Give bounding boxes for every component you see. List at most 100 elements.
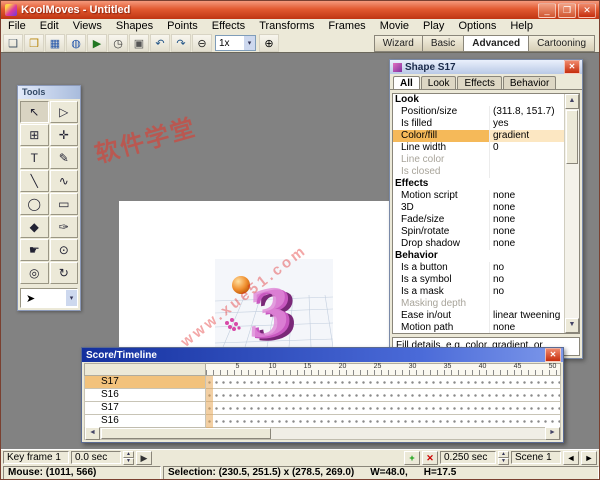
prop-value[interactable]: none [490, 238, 564, 250]
text-tool[interactable]: T [20, 147, 49, 169]
redo-button[interactable]: ↷ [171, 34, 191, 52]
menu-transforms[interactable]: Transforms [252, 19, 321, 34]
preview-movie-button[interactable]: ▶ [87, 34, 107, 52]
prop-value[interactable]: no [490, 274, 564, 286]
scroll-right-icon[interactable]: ► [545, 427, 560, 440]
zoom-tool[interactable]: ⊙ [50, 239, 79, 261]
publish-button[interactable]: ◍ [66, 34, 86, 52]
minimize-button[interactable]: _ [538, 3, 556, 18]
mode-tab-advanced[interactable]: Advanced [463, 35, 528, 52]
rotate-tool[interactable]: ↻ [50, 262, 79, 284]
chevron-down-icon[interactable]: ▾ [66, 290, 77, 306]
pencil-tool[interactable]: ✎ [50, 147, 79, 169]
menu-file[interactable]: File [1, 19, 33, 34]
prop-line-color[interactable]: Line color [393, 154, 564, 166]
timeline-row-frames[interactable] [206, 389, 561, 402]
tab-behavior[interactable]: Behavior [503, 76, 556, 89]
onion-skin-tool[interactable]: ◎ [20, 262, 49, 284]
timeline-row-label[interactable]: S16 [84, 389, 206, 402]
timeline-hscrollbar[interactable]: ◄ ► [84, 427, 561, 440]
prop-is-filled[interactable]: Is filledyes [393, 118, 564, 130]
hand-tool[interactable]: ☛ [20, 239, 49, 261]
mode-tab-wizard[interactable]: Wizard [374, 35, 422, 52]
prop-position-size[interactable]: Position/size(311.8, 151.7) [393, 106, 564, 118]
prop-is-a-button[interactable]: Is a buttonno [393, 262, 564, 274]
prop-value[interactable]: none [490, 214, 564, 226]
prop-motion-path[interactable]: Motion pathnone [393, 322, 564, 333]
scene-field[interactable]: Scene 1 [511, 451, 561, 464]
prop-value[interactable] [490, 298, 564, 310]
prop-value[interactable]: 0 [490, 142, 564, 154]
timeline-row-frames[interactable] [206, 402, 561, 415]
prop-value[interactable] [490, 166, 564, 178]
close-icon[interactable]: ✕ [564, 60, 580, 74]
prop-motion-script[interactable]: Motion scriptnone [393, 190, 564, 202]
scroll-down-icon[interactable]: ▼ [565, 318, 579, 333]
timeline-titlebar[interactable]: Score/Timeline ✕ [82, 348, 563, 362]
frame-time-stepper[interactable]: ▲ ▼ [123, 451, 134, 464]
play-frame-button[interactable]: ▶ [136, 451, 152, 465]
transform-tool[interactable]: ⊞ [20, 124, 49, 146]
next-scene-button[interactable]: ► [581, 451, 597, 465]
tab-effects[interactable]: Effects [457, 76, 501, 89]
prop-value[interactable]: (311.8, 151.7) [490, 106, 564, 118]
property-scrollbar[interactable]: ▲ ▼ [564, 94, 579, 333]
prop-drop-shadow[interactable]: Drop shadownone [393, 238, 564, 250]
timeline-row[interactable]: S16 [84, 389, 561, 402]
prop-is-a-mask[interactable]: Is a maskno [393, 286, 564, 298]
menu-help[interactable]: Help [503, 19, 540, 34]
title-bar[interactable]: KoolMoves - Untitled _ ❐ ✕ [1, 1, 599, 19]
hscrollbar-thumb[interactable] [101, 428, 271, 439]
prop-3d[interactable]: 3Dnone [393, 202, 564, 214]
frame-interval-field[interactable]: 0.250 sec [440, 451, 496, 464]
menu-frames[interactable]: Frames [321, 19, 372, 34]
timeline-row[interactable]: S17 [84, 402, 561, 415]
point-edit-tool[interactable]: ✛ [50, 124, 79, 146]
zoom-in-button[interactable]: ⊕ [259, 34, 279, 52]
timeline-row-label[interactable]: S17 [84, 376, 206, 389]
close-icon[interactable]: ✕ [545, 348, 561, 362]
timeline-ruler[interactable]: 5101520253035404550 [84, 363, 561, 376]
shape-picker-select[interactable]: ➤ ▾ [20, 288, 78, 308]
scroll-up-icon[interactable]: ▲ [565, 94, 579, 109]
prop-ease-in-out[interactable]: Ease in/outlinear tweening [393, 310, 564, 322]
prop-value[interactable]: no [490, 286, 564, 298]
prop-is-closed[interactable]: Is closed [393, 166, 564, 178]
prop-value[interactable]: no [490, 262, 564, 274]
select-arrow-tool[interactable]: ↖ [20, 101, 49, 123]
new-file-button[interactable]: ❑ [3, 34, 23, 52]
prop-value[interactable]: none [490, 202, 564, 214]
prev-scene-button[interactable]: ◄ [563, 451, 579, 465]
prop-line-width[interactable]: Line width0 [393, 142, 564, 154]
mode-tab-basic[interactable]: Basic [422, 35, 463, 52]
close-button[interactable]: ✕ [578, 3, 596, 18]
clock-button[interactable]: ◷ [108, 34, 128, 52]
menu-play[interactable]: Play [416, 19, 451, 34]
prop-value[interactable]: linear tweening [490, 310, 564, 322]
rect-tool[interactable]: ▭ [50, 193, 79, 215]
menu-movie[interactable]: Movie [373, 19, 416, 34]
frame-time-field[interactable]: 0.0 sec [71, 451, 121, 464]
menu-edit[interactable]: Edit [33, 19, 66, 34]
open-folder-button[interactable]: ❒ [24, 34, 44, 52]
prop-masking-depth[interactable]: Masking depth [393, 298, 564, 310]
fill-tool[interactable]: ◆ [20, 216, 49, 238]
prop-color-fill[interactable]: Color/fillgradient [393, 130, 564, 142]
tab-all[interactable]: All [393, 76, 420, 89]
prop-fade-size[interactable]: Fade/sizenone [393, 214, 564, 226]
eyedropper-tool[interactable]: ✑ [50, 216, 79, 238]
current-frame-marker[interactable] [206, 376, 213, 428]
menu-options[interactable]: Options [451, 19, 503, 34]
menu-shapes[interactable]: Shapes [109, 19, 160, 34]
subselect-tool[interactable]: ▷ [50, 101, 79, 123]
prop-value[interactable] [490, 154, 564, 166]
save-button[interactable]: ▦ [45, 34, 65, 52]
snapshot-button[interactable]: ▣ [129, 34, 149, 52]
chevron-down-icon[interactable]: ▾ [244, 36, 255, 50]
scrollbar-thumb[interactable] [566, 110, 578, 164]
menu-effects[interactable]: Effects [205, 19, 252, 34]
add-keyframe-button[interactable]: + [404, 451, 420, 465]
menu-points[interactable]: Points [160, 19, 205, 34]
prop-value[interactable]: gradient [490, 130, 564, 142]
timeline-row[interactable]: S17 [84, 376, 561, 389]
